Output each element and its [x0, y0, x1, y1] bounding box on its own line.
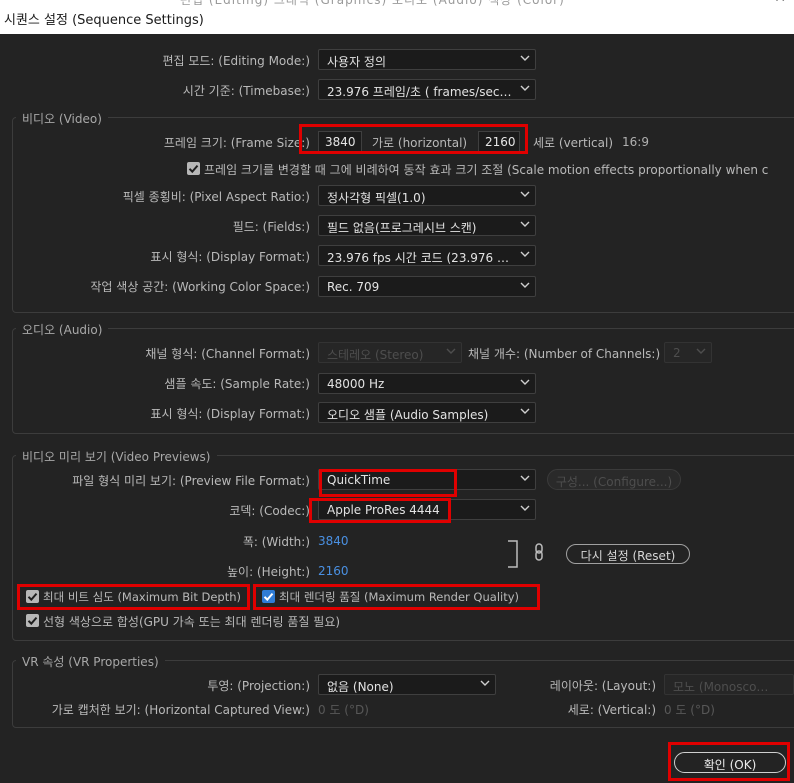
chevron-down-icon	[480, 680, 490, 686]
configure-button[interactable]: 구성... (Configure...)	[547, 469, 681, 490]
color-space-dropdown[interactable]: Rec. 709	[318, 276, 536, 297]
chevron-down-icon	[446, 348, 456, 354]
scale-motion-checkbox[interactable]	[187, 162, 200, 175]
frame-size-label: 프레임 크기: (Frame Size:)	[163, 136, 310, 150]
audio-display-format-dropdown[interactable]: 오디오 샘플 (Audio Samples)	[318, 402, 536, 423]
chevron-down-icon	[520, 379, 530, 385]
editing-mode-value: 사용자 정의	[327, 55, 387, 69]
layout-dropdown[interactable]: 모노 (Monoscopic)	[664, 674, 794, 695]
audio-display-format-value: 오디오 샘플 (Audio Samples)	[327, 408, 489, 422]
audio-section-title: 오디오 (Audio)	[16, 321, 109, 338]
sample-rate-dropdown[interactable]: 48000 Hz	[318, 373, 536, 394]
video-display-format-label: 표시 형식: (Display Format:)	[150, 250, 310, 264]
width-label: 폭: (Width:)	[242, 535, 310, 549]
chevron-down-icon	[520, 191, 530, 197]
chevron-down-icon	[520, 55, 530, 61]
chevron-down-icon	[520, 505, 530, 511]
pixel-aspect-value: 정사각형 픽셀(1.0)	[327, 191, 426, 205]
num-channels-label: 채널 개수: (Number of Channels:)	[468, 347, 661, 361]
projection-label: 투영: (Projection:)	[207, 679, 310, 693]
pixel-aspect-label: 픽셀 종횡비: (Pixel Aspect Ratio:)	[122, 190, 310, 204]
chevron-down-icon	[520, 251, 530, 257]
timebase-value: 23.976 프레임/초 ( frames/seco...	[327, 85, 519, 99]
linear-color-label: 선형 색상으로 합성(GPU 가속 또는 최대 렌더링 품질 필요)	[43, 615, 341, 629]
aspect-ratio-text: 16:9	[622, 135, 649, 149]
preview-file-format-label: 파일 형식 미리 보기: (Preview File Format:)	[72, 474, 310, 488]
color-space-label: 작업 색상 공간: (Working Color Space:)	[90, 280, 310, 294]
pixel-aspect-dropdown[interactable]: 정사각형 픽셀(1.0)	[318, 185, 536, 206]
vr-vertical-value[interactable]: 0 도 (°D)	[664, 701, 715, 718]
chevron-down-icon	[520, 221, 530, 227]
video-display-format-value: 23.976 fps 시간 코드 (23.976 fps...	[327, 251, 527, 265]
max-render-quality-checkbox[interactable]	[262, 590, 275, 603]
layout-label: 레이아웃: (Layout:)	[549, 679, 656, 693]
timebase-dropdown[interactable]: 23.976 프레임/초 ( frames/seco...	[318, 79, 536, 100]
link-bracket	[508, 540, 518, 568]
timebase-label: 시간 기준: (Timebase:)	[182, 84, 310, 98]
frame-height-field[interactable]: 2160	[478, 131, 520, 152]
horizontal-view-label: 가로 캡처한 보기: (Horizontal Captured View:)	[51, 703, 310, 717]
title-bar: 편집 (Editing) 그래픽 (Graphics) 오디오 (Audio) …	[0, 0, 794, 34]
projection-dropdown[interactable]: 없음 (None)	[318, 674, 496, 695]
max-render-quality-label: 최대 렌더링 품질 (Maximum Render Quality)	[279, 590, 520, 604]
max-bit-depth-checkbox[interactable]	[26, 590, 39, 603]
fields-label: 필드: (Fields:)	[232, 220, 310, 234]
codec-dropdown[interactable]: Apple ProRes 4444	[318, 499, 536, 520]
horizontal-view-value[interactable]: 0 도 (°D)	[318, 701, 369, 718]
preview-width-value[interactable]: 3840	[318, 534, 349, 548]
reset-button[interactable]: 다시 설정 (Reset)	[566, 544, 690, 564]
vertical-label: 세로 (vertical)	[533, 136, 614, 150]
num-channels-dropdown[interactable]: 2	[664, 342, 712, 363]
fields-value: 필드 없음(프로그레시브 스캔)	[327, 221, 477, 235]
video-display-format-dropdown[interactable]: 23.976 fps 시간 코드 (23.976 fps...	[318, 245, 536, 266]
channel-format-label: 채널 형식: (Channel Format:)	[145, 347, 310, 361]
checkmark-icon	[188, 164, 199, 174]
video-previews-section-title: 비디오 미리 보기 (Video Previews)	[16, 448, 217, 465]
editing-mode-label: 편집 모드: (Editing Mode:)	[162, 54, 310, 68]
sample-rate-value: 48000 Hz	[327, 377, 385, 391]
codec-value: Apple ProRes 4444	[327, 503, 440, 517]
scale-motion-label: 프레임 크기를 변경할 때 그에 비례하여 동작 효과 크기 조절 (Scale…	[204, 163, 769, 177]
max-bit-depth-label: 최대 비트 심도 (Maximum Bit Depth)	[43, 590, 242, 604]
horizontal-label: 가로 (horizontal)	[372, 136, 468, 150]
projection-value: 없음 (None)	[327, 680, 394, 694]
channel-format-value: 스테레오 (Stereo)	[327, 348, 424, 362]
num-channels-value: 2	[673, 346, 681, 360]
vr-section-title: VR 속성 (VR Properties)	[16, 653, 165, 670]
color-space-value: Rec. 709	[327, 280, 380, 294]
chevron-down-icon	[520, 408, 530, 414]
chevron-down-icon	[520, 85, 530, 91]
fields-dropdown[interactable]: 필드 없음(프로그레시브 스캔)	[318, 215, 536, 236]
preview-file-format-value: QuickTime	[327, 473, 391, 487]
height-label: 높이: (Height:)	[226, 565, 310, 579]
background-tabs: 편집 (Editing) 그래픽 (Graphics) 오디오 (Audio) …	[180, 0, 565, 7]
linear-color-checkbox[interactable]	[26, 614, 39, 627]
video-section-title: 비디오 (Video)	[16, 110, 108, 127]
checkmark-icon	[27, 592, 38, 602]
chevron-down-icon	[520, 282, 530, 288]
close-icon[interactable]: ✕	[774, 0, 786, 6]
channel-format-dropdown[interactable]: 스테레오 (Stereo)	[318, 342, 462, 363]
link-icon[interactable]	[533, 543, 545, 561]
preview-height-value[interactable]: 2160	[318, 564, 349, 578]
codec-label: 코덱: (Codec:)	[229, 504, 310, 518]
checkmark-icon	[263, 592, 274, 602]
chevron-down-icon	[520, 475, 530, 481]
vr-vertical-label: 세로: (Vertical:)	[567, 703, 656, 717]
ok-button[interactable]: 확인 (OK)	[674, 752, 786, 773]
sample-rate-label: 샘플 속도: (Sample Rate:)	[164, 377, 310, 391]
checkmark-icon	[27, 616, 38, 626]
dialog-title: 시퀀스 설정 (Sequence Settings)	[4, 13, 204, 28]
editing-mode-dropdown[interactable]: 사용자 정의	[318, 49, 536, 70]
preview-file-format-dropdown[interactable]: QuickTime	[318, 469, 536, 490]
frame-width-field[interactable]: 3840	[318, 131, 362, 152]
layout-value: 모노 (Monoscopic)	[673, 680, 779, 694]
chevron-down-icon	[696, 348, 706, 354]
audio-display-format-label: 표시 형식: (Display Format:)	[150, 407, 310, 421]
